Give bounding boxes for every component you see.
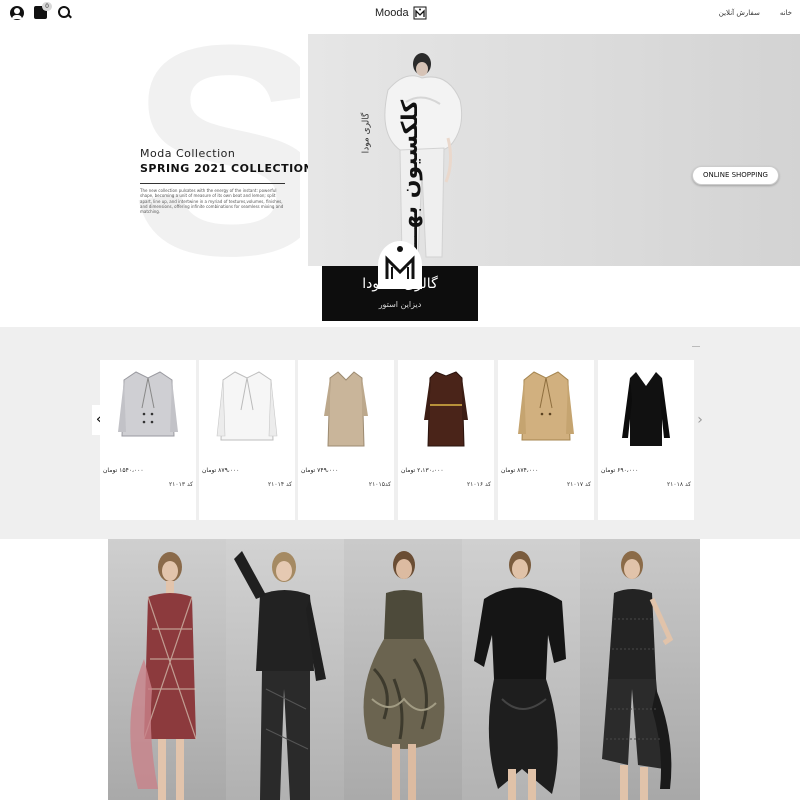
- lookbook-panel[interactable]: [108, 539, 226, 800]
- product-image: [622, 372, 670, 446]
- product-price: ۶۹۰،۰۰۰ تومان: [601, 467, 639, 474]
- lookbook-image: [474, 551, 566, 800]
- product-card[interactable]: ۷۴۹،۰۰۰ تومان کد۲۱۰۱۵: [298, 360, 394, 520]
- carousel-divider: [692, 346, 700, 347]
- product-code: کد ۲۱۰۱۶: [466, 481, 491, 488]
- cart-button[interactable]: 0: [34, 2, 52, 22]
- product-price: ۸۷۹،۰۰۰ تومان: [202, 467, 240, 474]
- product-card[interactable]: ۱۵۴۰،۰۰۰ تومان کد ۲۱۰۱۳: [100, 360, 196, 520]
- hero-season-line: SPRING 2021 COLLECTION: [140, 162, 314, 175]
- brand-name: Mooda: [375, 7, 409, 19]
- product-code: کد۲۱۰۱۵: [368, 481, 391, 488]
- user-icon: [10, 6, 24, 20]
- lookbook-panel[interactable]: [226, 539, 344, 800]
- brand-logo-icon: [413, 6, 427, 20]
- lookbook-gallery: [108, 539, 700, 800]
- gallery-title: گالری مـــودا: [362, 276, 438, 292]
- product-price: ۷۴۹،۰۰۰ تومان: [301, 467, 339, 474]
- product-code: کد ۲۱۰۱۸: [666, 481, 691, 488]
- product-card[interactable]: ۸۷۹،۰۰۰ تومان کد ۲۱۰۱۴: [199, 360, 295, 520]
- lookbook-image: [602, 551, 674, 800]
- product-price: ۱۵۴۰،۰۰۰ تومان: [103, 467, 144, 474]
- header-icons: 0: [10, 2, 74, 22]
- product-carousel: ‹ ۱۵۴۰،۰۰۰ تومان کد ۲۱۰۱۳ ۸۷۹،۰۰۰ تومان …: [0, 327, 800, 539]
- hero-section: S Moda Collection SPRING 2021 COLLECTION…: [0, 30, 800, 330]
- hero-vertical-subtitle: گالری مودا: [361, 112, 372, 154]
- brand-logo-link[interactable]: Mooda: [375, 6, 427, 20]
- site-header: 0 Mooda خانه سفارش آنلاین: [0, 0, 800, 30]
- lookbook-panel[interactable]: [580, 539, 700, 800]
- lookbook-image: [130, 552, 197, 800]
- carousel-next-button[interactable]: ›: [694, 407, 706, 433]
- product-card[interactable]: ۸۷۴،۰۰۰ تومان کد ۲۱۰۱۷: [498, 360, 594, 520]
- lookbook-image: [234, 551, 326, 800]
- cart-count-badge: 0: [42, 2, 52, 11]
- hero-collection-line: Moda Collection: [140, 147, 236, 160]
- gallery-subtitle: دیزاین استور: [378, 300, 422, 309]
- product-image: [216, 371, 278, 441]
- hero-description: The new collection pulsates with the ene…: [140, 188, 284, 215]
- product-card[interactable]: ۲،۱۳۰،۰۰۰ تومان کد ۲۱۰۱۶: [398, 360, 494, 520]
- product-image: [518, 371, 574, 441]
- search-button[interactable]: [58, 6, 74, 22]
- product-image: [324, 371, 368, 447]
- product-price: ۸۷۴،۰۰۰ تومان: [501, 467, 539, 474]
- search-icon: [58, 6, 73, 21]
- product-price: ۲،۱۳۰،۰۰۰ تومان: [401, 467, 444, 474]
- product-image: [118, 371, 178, 437]
- account-button[interactable]: [10, 6, 26, 22]
- nav-online-order[interactable]: سفارش آنلاین: [719, 9, 760, 17]
- product-image: [424, 371, 468, 447]
- lookbook-image: [363, 551, 445, 800]
- product-code: کد ۲۱۰۱۴: [267, 481, 292, 488]
- product-code: کد ۲۱۰۱۷: [566, 481, 591, 488]
- online-shopping-button[interactable]: ONLINE SHOPPING: [692, 166, 779, 185]
- hero-banner-image[interactable]: [308, 34, 800, 266]
- header-nav: خانه سفارش آنلاین: [719, 9, 792, 17]
- lookbook-panel[interactable]: [344, 539, 462, 800]
- nav-home[interactable]: خانه: [780, 9, 792, 17]
- hero-divider: [140, 183, 285, 184]
- product-card[interactable]: ۶۹۰،۰۰۰ تومان کد ۲۱۰۱۸: [598, 360, 694, 520]
- product-code: کد ۲۱۰۱۳: [168, 481, 193, 488]
- lookbook-panel[interactable]: [462, 539, 580, 800]
